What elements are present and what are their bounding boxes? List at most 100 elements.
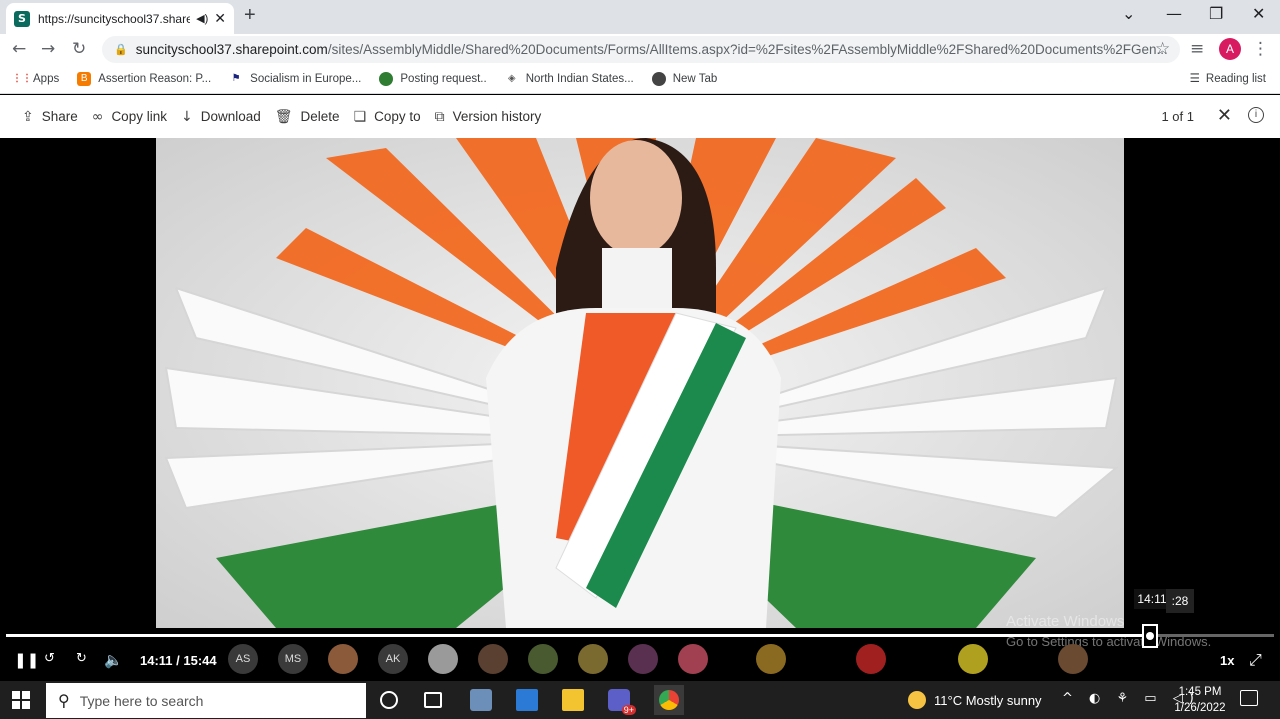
flag-icon: ⚑ <box>231 72 241 84</box>
participant-avatar <box>428 644 458 674</box>
pause-icon[interactable]: ❚❚ <box>14 651 39 669</box>
window-close-icon[interactable]: ✕ <box>1252 4 1265 23</box>
file-pager: 1 of 1 <box>1161 109 1194 124</box>
teams-icon[interactable]: 9+ <box>608 689 636 715</box>
clock-time: 1:45 PM <box>1178 686 1222 698</box>
address-bar[interactable]: 🔒 suncityschool37.sharepoint.com /sites/… <box>102 36 1180 63</box>
forward-10-icon[interactable]: ↻ <box>76 651 87 666</box>
diamond-icon: ◈ <box>507 72 516 84</box>
volume-icon[interactable]: 🔈 <box>104 651 123 669</box>
seek-bar[interactable] <box>6 634 1274 637</box>
bookmark-label: Posting request.. <box>400 72 487 85</box>
download-button[interactable]: ↓ Download <box>181 109 261 125</box>
chrome-icon <box>659 690 679 710</box>
trash-icon: 🗑 <box>274 108 293 125</box>
tab-title: https://suncityschool37.share <box>38 11 191 26</box>
participant-avatar <box>478 644 508 674</box>
menu-kebab-icon[interactable]: ⋮ <box>1252 39 1269 59</box>
tab-close-icon[interactable]: ✕ <box>214 10 226 27</box>
chrome-taskbar-button[interactable] <box>654 685 684 715</box>
version-history-label: Version history <box>452 109 542 124</box>
restore-icon[interactable]: ❐ <box>1209 4 1223 23</box>
bookmarks-bar: ⋮⋮ Apps B Assertion Reason: P... ⚑ Socia… <box>0 64 1280 94</box>
rewind-10-icon[interactable]: ↺ <box>44 651 55 666</box>
news-app-icon[interactable] <box>516 689 538 711</box>
file-explorer-icon[interactable] <box>562 689 584 711</box>
player-controls: ❚❚ ↺ ↻ 🔈 14:11 / 15:44 AS MS AK 1x ⤢ <box>0 644 1280 681</box>
search-icon: ⚲ <box>58 691 70 710</box>
blogger-icon: B <box>77 71 92 86</box>
sharepoint-favicon-icon: S <box>14 10 30 27</box>
taskbar-search-box[interactable]: ⚲ Type here to search <box>46 683 366 718</box>
cortana-icon[interactable] <box>380 691 398 709</box>
tab-audio-icon[interactable]: ◀) <box>196 12 208 25</box>
browser-tab-bar: S https://suncityschool37.share ◀) ✕ + ⌄… <box>0 0 1280 34</box>
bookmark-item[interactable]: Posting request.. <box>379 71 487 86</box>
share-button[interactable]: ⇪ Share <box>22 109 78 125</box>
browser-toolbar: ← → ↻ 🔒 suncityschool37.sharepoint.com /… <box>0 34 1280 64</box>
copy-link-button[interactable]: ∞ Copy link <box>92 109 167 125</box>
reload-icon[interactable]: ↻ <box>72 39 86 59</box>
video-frame[interactable] <box>156 138 1124 628</box>
minimize-icon[interactable]: — <box>1166 4 1182 23</box>
bookmark-item[interactable]: ⋮⋮ Apps <box>12 72 59 86</box>
profile-avatar[interactable]: A <box>1219 38 1241 60</box>
bookmark-label: Socialism in Europe... <box>250 72 362 85</box>
windows-start-icon[interactable] <box>12 691 30 709</box>
participant-avatar <box>528 644 558 674</box>
reading-list-button[interactable]: ☰ Reading list <box>1190 71 1266 85</box>
info-icon[interactable]: i <box>1248 107 1264 123</box>
back-icon[interactable]: ← <box>12 39 26 59</box>
version-history-button[interactable]: ⧉ Version history <box>435 109 542 125</box>
fullscreen-icon[interactable]: ⤢ <box>1249 650 1262 670</box>
playback-speed-button[interactable]: 1x <box>1220 653 1234 668</box>
new-tab-button[interactable]: + <box>244 4 256 27</box>
photos-app-icon[interactable] <box>470 689 492 711</box>
bookmark-star-icon[interactable]: ☆ <box>1155 39 1170 59</box>
media-controls-icon[interactable]: ≡ <box>1190 39 1204 59</box>
participant-avatar <box>628 644 658 674</box>
copy-to-button[interactable]: ❏ Copy to <box>354 109 421 125</box>
download-icon: ↓ <box>180 108 193 125</box>
file-command-bar: ⇪ Share ∞ Copy link ↓ Download 🗑 Delete … <box>0 95 1280 138</box>
video-player[interactable]: 14:11 :28 Activate Windows Go to Setting… <box>0 138 1280 681</box>
bookmark-label: North Indian States... <box>525 72 634 85</box>
taskbar-clock[interactable]: 1:45 PM 1/26/2022 <box>1170 684 1230 716</box>
weather-text: 11°C Mostly sunny <box>934 692 1042 708</box>
participant-avatar: MS <box>278 644 308 674</box>
windows-taskbar: ⚲ Type here to search 9+ 11°C Mostly sun… <box>0 681 1280 719</box>
bookmark-item[interactable]: ◈ North Indian States... <box>505 72 634 86</box>
reading-list-label: Reading list <box>1205 73 1266 85</box>
task-view-icon[interactable] <box>424 692 442 708</box>
globe-icon <box>379 71 394 86</box>
url-host: suncityschool37.sharepoint.com <box>135 42 328 57</box>
forward-icon[interactable]: → <box>41 39 55 59</box>
participant-avatar: AK <box>378 644 408 674</box>
lock-icon: 🔒 <box>114 44 128 56</box>
bookmark-label: Apps <box>33 72 60 85</box>
notification-icon[interactable] <box>1240 690 1258 706</box>
url-path: /sites/AssemblyMiddle/Shared%20Documents… <box>327 42 1168 57</box>
watermark-title: Activate Windows <box>1006 613 1125 630</box>
bookmark-label: Assertion Reason: P... <box>98 72 212 85</box>
close-viewer-icon[interactable]: ✕ <box>1217 105 1232 126</box>
link-icon: ∞ <box>91 108 104 125</box>
download-label: Download <box>200 109 261 124</box>
seek-bar-fill <box>6 634 1150 637</box>
weather-widget[interactable]: 11°C Mostly sunny <box>908 691 1042 709</box>
copy-link-label: Copy link <box>111 109 167 124</box>
seek-preview: :28 <box>1166 589 1194 613</box>
share-icon: ⇪ <box>22 108 34 125</box>
bookmark-item[interactable]: B Assertion Reason: P... <box>77 71 212 86</box>
share-label: Share <box>41 109 78 124</box>
participant-avatar <box>756 644 786 674</box>
participant-avatar <box>856 644 886 674</box>
browser-tab[interactable]: S https://suncityschool37.share ◀) ✕ <box>6 3 234 34</box>
taskbar-search-placeholder: Type here to search <box>79 692 204 709</box>
delete-button[interactable]: 🗑 Delete <box>275 109 340 125</box>
bookmark-item[interactable]: New Tab <box>651 71 717 86</box>
copy-icon: ❏ <box>353 108 367 125</box>
tab-search-icon[interactable]: ⌄ <box>1122 4 1135 23</box>
time-display: 14:11 / 15:44 <box>140 653 217 668</box>
bookmark-item[interactable]: ⚑ Socialism in Europe... <box>229 72 362 86</box>
